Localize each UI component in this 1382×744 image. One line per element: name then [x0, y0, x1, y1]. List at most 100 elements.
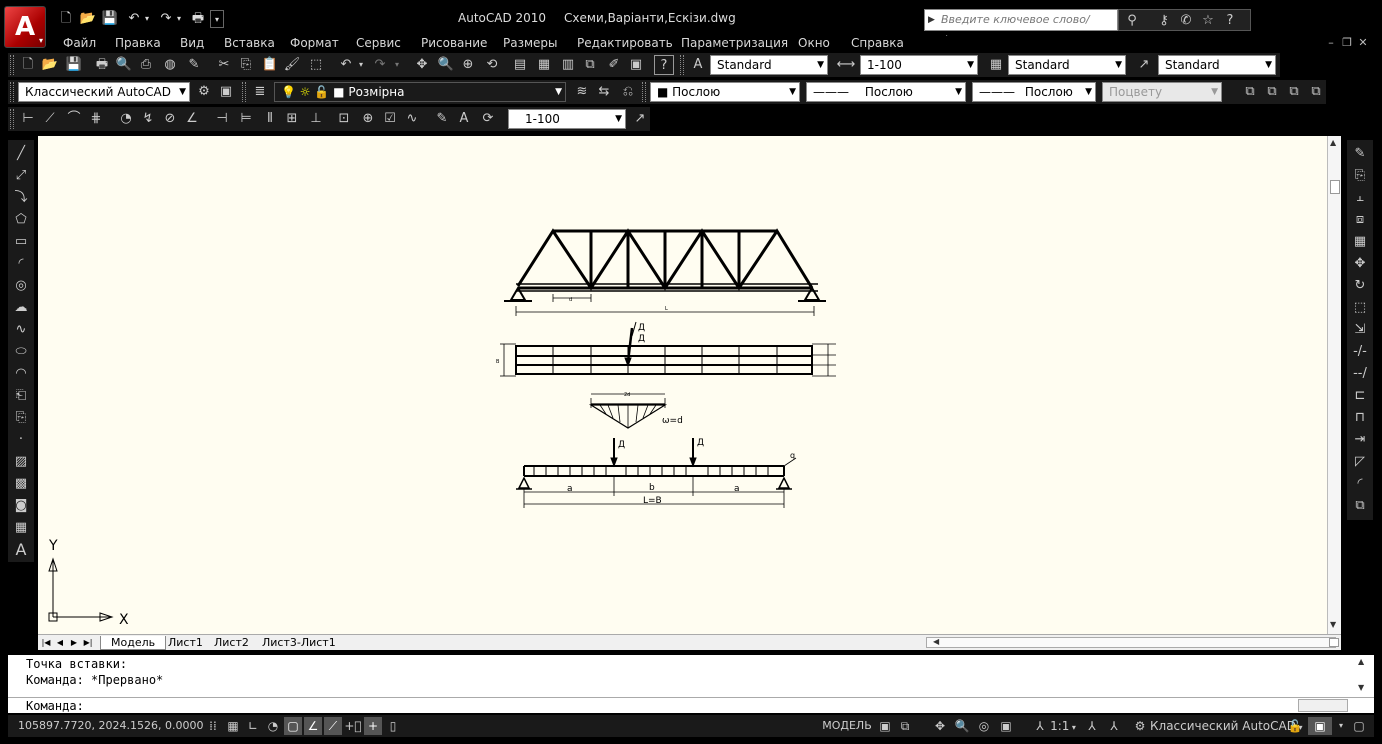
zoom-previous-icon[interactable]: ⟲	[482, 55, 502, 75]
chamfer-icon[interactable]: ◸	[1350, 452, 1370, 472]
dim-style-select[interactable]: 1-100 ▼	[860, 55, 978, 75]
cut-icon[interactable]: ✂	[214, 55, 234, 75]
arc-length-icon[interactable]: ⌒	[64, 109, 84, 129]
menu-draw[interactable]: Рисование	[421, 36, 487, 52]
move-icon[interactable]: ✥	[1350, 254, 1370, 274]
tab-layout2[interactable]: Лист2	[210, 636, 253, 650]
linear-dimension-icon[interactable]: ⊢	[18, 109, 38, 129]
bring-to-front-icon[interactable]: ⧉	[1240, 82, 1260, 102]
ellipse-arc-icon[interactable]: ◠	[11, 364, 31, 384]
toolbar-grip-2[interactable]	[680, 55, 684, 75]
new-file-icon[interactable]: 🗋	[56, 10, 76, 28]
color-select[interactable]: ■ Послою ▼	[650, 82, 800, 102]
layer-manager-icon[interactable]: ≣	[250, 82, 270, 102]
menu-tools[interactable]: Сервис	[356, 36, 401, 52]
make-block-icon[interactable]: ⎘	[11, 408, 31, 428]
block-editor-icon[interactable]: ⬚	[306, 55, 326, 75]
tool-palettes-icon[interactable]: ▥	[558, 55, 578, 75]
command-scroll-up-icon[interactable]: ▲	[1358, 657, 1364, 666]
annotation-scale-icon[interactable]: ⅄	[1030, 717, 1050, 735]
pan-status-icon[interactable]: ✥	[930, 717, 950, 735]
dimension-space-icon[interactable]: ⊞	[282, 109, 302, 129]
markup-icon[interactable]: ✐	[604, 55, 624, 75]
etransmit-icon[interactable]: ✎	[184, 55, 204, 75]
toolbar-grip-4[interactable]	[242, 82, 246, 102]
doc-restore-icon[interactable]: ❐	[1340, 36, 1354, 50]
next-tab-icon[interactable]: ▶	[68, 636, 80, 649]
angular-dimension-icon[interactable]: ∠	[182, 109, 202, 129]
multileader-style-icon[interactable]: ↗	[1134, 55, 1154, 75]
plot-icon[interactable]: 🖶	[188, 10, 208, 28]
bring-above-icon[interactable]: ⧉	[1284, 82, 1304, 102]
quick-properties-icon[interactable]: ▯	[384, 717, 402, 735]
construction-line-icon[interactable]: ⤢	[11, 166, 31, 186]
menu-edit[interactable]: Правка	[115, 36, 161, 52]
aligned-dimension-icon[interactable]: ⟋	[40, 109, 60, 129]
make-current-layer-icon[interactable]: ≋	[572, 82, 592, 102]
vertical-scrollbar[interactable]: ▲ ▼	[1327, 136, 1341, 634]
doc-minimize-icon[interactable]: –	[1324, 36, 1338, 50]
layer-previous-icon[interactable]: ⇆	[594, 82, 614, 102]
array-icon[interactable]: ▦	[1350, 232, 1370, 252]
ortho-mode-icon[interactable]: ∟	[244, 717, 262, 735]
menu-view[interactable]: Вид	[180, 36, 204, 52]
table-icon[interactable]: ▦	[11, 518, 31, 538]
command-scroll-down-icon[interactable]: ▼	[1358, 683, 1364, 692]
baseline-dimension-icon[interactable]: ⊨	[236, 109, 256, 129]
print-icon[interactable]: 🖶	[92, 55, 112, 75]
dynamic-ucs-icon[interactable]: ⟋	[324, 717, 342, 735]
center-mark-icon[interactable]: ⊕	[358, 109, 378, 129]
explode-icon[interactable]: ⧉	[1350, 496, 1370, 516]
workspace-switch-button[interactable]: Классический AutoCAD ▾	[1150, 717, 1303, 735]
toolbar-grip-3[interactable]	[10, 82, 14, 102]
command-history[interactable]: Точка вставки: Команда: *Прервано* ▲ ▼	[8, 655, 1374, 697]
send-under-icon[interactable]: ⧉	[1306, 82, 1326, 102]
undo-icon[interactable]: ↶	[124, 10, 144, 28]
trim-icon[interactable]: -/-	[1350, 342, 1370, 362]
match-properties-icon[interactable]: 🖌	[282, 55, 302, 75]
plot-style-select[interactable]: Поцвету ▼	[1102, 82, 1222, 102]
status-menu-icon[interactable]: ▾	[1334, 717, 1348, 735]
horizontal-scroll-thumb[interactable]	[1329, 638, 1339, 647]
help-icon-2[interactable]: ?	[654, 55, 674, 75]
polyline-icon[interactable]: ⤵	[11, 188, 31, 208]
hatch-icon[interactable]: ▨	[11, 452, 31, 472]
quick-access-dropdown-icon[interactable]: ▾	[210, 10, 224, 28]
hardware-acceleration-icon[interactable]: ▣	[1308, 717, 1332, 735]
pan-icon[interactable]: ✥	[412, 55, 432, 75]
spline-icon[interactable]: ∿	[11, 320, 31, 340]
zoom-status-icon[interactable]: 🔍	[952, 717, 972, 735]
publish-web-icon[interactable]: ◍	[160, 55, 180, 75]
zoom-realtime-icon[interactable]: 🔍	[436, 55, 456, 75]
extend-icon[interactable]: --/	[1350, 364, 1370, 384]
jogged-dimension-icon[interactable]: ↯	[138, 109, 158, 129]
object-snap-icon[interactable]: ▢	[284, 717, 302, 735]
text-style-icon[interactable]: A	[688, 55, 708, 75]
binoculars-icon[interactable]: ⚲	[1121, 12, 1143, 30]
scroll-left-icon[interactable]: ◀	[933, 637, 939, 646]
application-menu-button[interactable]: A ▾	[4, 6, 46, 48]
design-center-icon[interactable]: ▦	[534, 55, 554, 75]
break-at-point-icon[interactable]: ⊏	[1350, 386, 1370, 406]
polygon-icon[interactable]: ⬠	[11, 210, 31, 230]
tab-model[interactable]: Модель	[100, 636, 167, 650]
previous-tab-icon[interactable]: ◀	[54, 636, 66, 649]
dim-style-icon[interactable]: ⟷	[836, 55, 856, 75]
break-icon[interactable]: ⊓	[1350, 408, 1370, 428]
showmotion-icon[interactable]: ▣	[996, 717, 1016, 735]
mirror-icon[interactable]: ⫠	[1350, 188, 1370, 208]
offset-icon[interactable]: ⧈	[1350, 210, 1370, 230]
favorites-star-icon[interactable]: ☆	[1197, 12, 1219, 30]
show-lineweight-icon[interactable]: +	[364, 717, 382, 735]
send-to-back-icon[interactable]: ⧉	[1262, 82, 1282, 102]
dimension-update-icon[interactable]: ⟳	[478, 109, 498, 129]
object-snap-tracking-icon[interactable]: ∠	[304, 717, 322, 735]
scroll-down-icon[interactable]: ▼	[1330, 620, 1336, 629]
menu-help[interactable]: Справка	[851, 36, 904, 52]
radius-dimension-icon[interactable]: ◔	[116, 109, 136, 129]
region-icon[interactable]: ◙	[11, 496, 31, 516]
dynamic-input-icon[interactable]: +⃝	[344, 717, 362, 735]
horizontal-scrollbar[interactable]: ◀	[926, 637, 1339, 648]
menu-window[interactable]: Окно	[798, 36, 830, 52]
toolbar-grip-6[interactable]	[10, 109, 14, 129]
